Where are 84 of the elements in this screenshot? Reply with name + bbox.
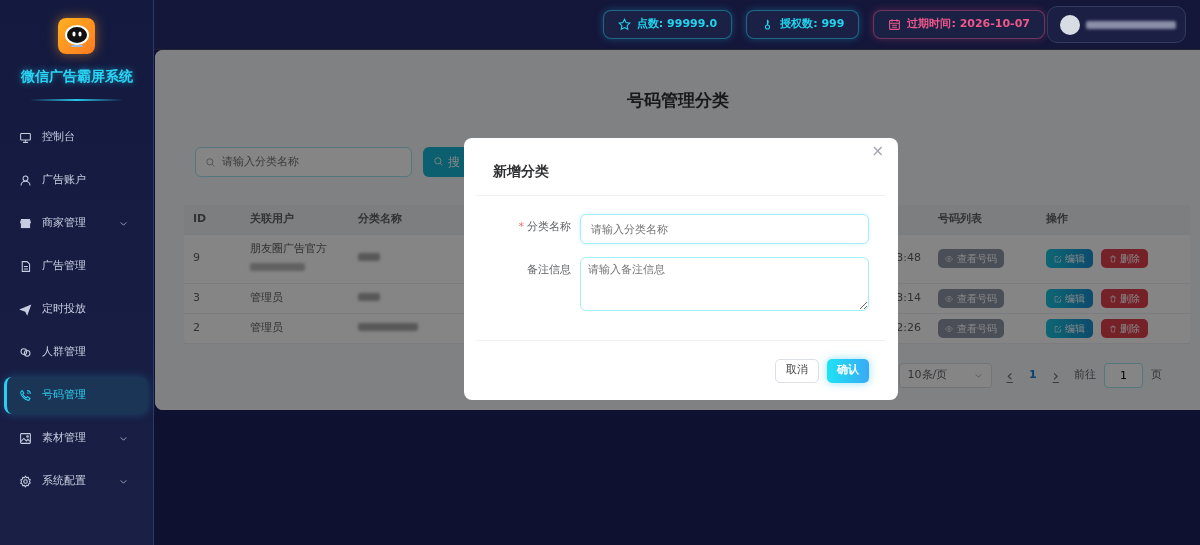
page-size-select[interactable]: 10条/页 bbox=[898, 363, 992, 388]
table-cell-text: 朋友圈广告官方 bbox=[250, 240, 328, 257]
delete-button[interactable]: 删除 bbox=[1101, 249, 1148, 268]
stat-text: 过期时间: 2026-10-07 bbox=[907, 16, 1030, 33]
page-suffix: 页 bbox=[1151, 367, 1162, 384]
sidebar-item[interactable]: 人群管理 bbox=[4, 334, 148, 371]
sidebar-item[interactable]: 系统配置 bbox=[4, 463, 148, 500]
edit-button[interactable]: 编辑 bbox=[1046, 249, 1093, 268]
textarea-field[interactable]: 请输入备注信息 bbox=[580, 257, 869, 311]
image-icon bbox=[19, 432, 32, 445]
edit-icon bbox=[1053, 294, 1062, 303]
table-cell: 3:48 bbox=[896, 251, 921, 265]
calendar-icon bbox=[888, 18, 902, 31]
circles-icon bbox=[19, 346, 32, 359]
input-field[interactable]: 请输入分类名称 bbox=[580, 214, 869, 244]
blurred-text bbox=[358, 322, 418, 331]
page-title: 号码管理分类 bbox=[625, 89, 730, 112]
required-mark: * bbox=[518, 220, 524, 233]
dialog-title: 新增分类 bbox=[493, 162, 549, 181]
edit-button[interactable]: 编辑 bbox=[1046, 318, 1093, 338]
sidebar-item[interactable]: 素材管理 bbox=[4, 420, 148, 457]
user-menu[interactable] bbox=[1047, 6, 1186, 43]
sidebar-item[interactable]: 定时投放 bbox=[4, 291, 148, 328]
blurred-text bbox=[250, 263, 305, 271]
delete-button[interactable]: 删除 bbox=[1101, 318, 1148, 338]
blurred-text bbox=[358, 292, 380, 301]
sidebar-item[interactable]: 广告账户 bbox=[4, 162, 148, 199]
sidebar-item[interactable]: 控制台 bbox=[4, 119, 148, 156]
star-icon bbox=[617, 18, 631, 31]
eye-icon bbox=[945, 324, 954, 333]
search-field[interactable]: 请输入分类名称 bbox=[195, 146, 412, 177]
column-header: 分类名称 bbox=[358, 211, 402, 225]
monitor-icon bbox=[19, 131, 32, 144]
next-page-button[interactable]: › bbox=[1051, 362, 1060, 389]
field-label: 备注信息 bbox=[527, 263, 571, 276]
field-label: 分类名称 bbox=[527, 220, 571, 233]
search-icon bbox=[205, 156, 216, 168]
search-icon bbox=[433, 156, 444, 167]
chevron-down-icon bbox=[119, 219, 128, 228]
table-cell: 2:26 bbox=[896, 320, 921, 334]
delete-button[interactable]: 删除 bbox=[1101, 288, 1148, 308]
edit-icon bbox=[1053, 255, 1062, 263]
eye-icon bbox=[945, 294, 954, 303]
table-cell-text: 9 bbox=[192, 250, 201, 267]
prev-page-button[interactable]: ‹ bbox=[1005, 362, 1014, 389]
sidebar-item[interactable]: 广告管理 bbox=[4, 248, 148, 285]
shop-icon bbox=[19, 217, 32, 230]
chevron-down-icon bbox=[119, 477, 128, 486]
trash-icon bbox=[1108, 294, 1117, 303]
page-input[interactable]: 1 bbox=[1104, 363, 1143, 388]
user-icon bbox=[19, 174, 32, 187]
document-icon bbox=[19, 260, 32, 273]
column-header: 操作 bbox=[1046, 211, 1068, 225]
confirm-button[interactable]: 确认 bbox=[827, 358, 869, 383]
paper-plane-icon bbox=[19, 303, 32, 316]
table-cell-text: 2 bbox=[192, 319, 201, 336]
sidebar-item[interactable]: 商家管理 bbox=[4, 205, 148, 242]
table-cell: 3:14 bbox=[896, 290, 921, 304]
blurred-text bbox=[358, 253, 380, 262]
column-header: 关联用户 bbox=[250, 211, 294, 225]
table-cell-text: 3 bbox=[192, 289, 201, 306]
column-header: 号码列表 bbox=[938, 211, 982, 225]
app-title: 微信广告霸屏系统 bbox=[20, 67, 133, 86]
sidebar-item[interactable]: 号码管理 bbox=[4, 377, 148, 414]
table-cell-text: 管理员 bbox=[250, 319, 284, 336]
cancel-button[interactable]: 取消 bbox=[775, 358, 819, 383]
chevron-down-icon bbox=[973, 371, 983, 380]
stat-text: 点数: 99999.0 bbox=[636, 16, 718, 33]
eye-icon bbox=[945, 255, 954, 263]
goto-label: 前往 bbox=[1074, 367, 1096, 384]
edit-button[interactable]: 编辑 bbox=[1046, 288, 1093, 308]
trash-icon bbox=[1108, 255, 1117, 263]
settings-icon bbox=[19, 475, 32, 488]
column-header: ID bbox=[193, 211, 207, 225]
avatar bbox=[1060, 14, 1080, 35]
edit-icon bbox=[1053, 324, 1062, 333]
table-cell-text: 管理员 bbox=[250, 289, 284, 306]
robot-logo bbox=[58, 18, 95, 54]
page-number[interactable]: 1 bbox=[1027, 366, 1038, 385]
stat-text: 授权数: 999 bbox=[780, 16, 845, 33]
phone-icon bbox=[19, 389, 32, 402]
trash-icon bbox=[1108, 324, 1117, 333]
close-button[interactable]: × bbox=[869, 142, 886, 161]
chevron-down-icon bbox=[119, 434, 128, 443]
